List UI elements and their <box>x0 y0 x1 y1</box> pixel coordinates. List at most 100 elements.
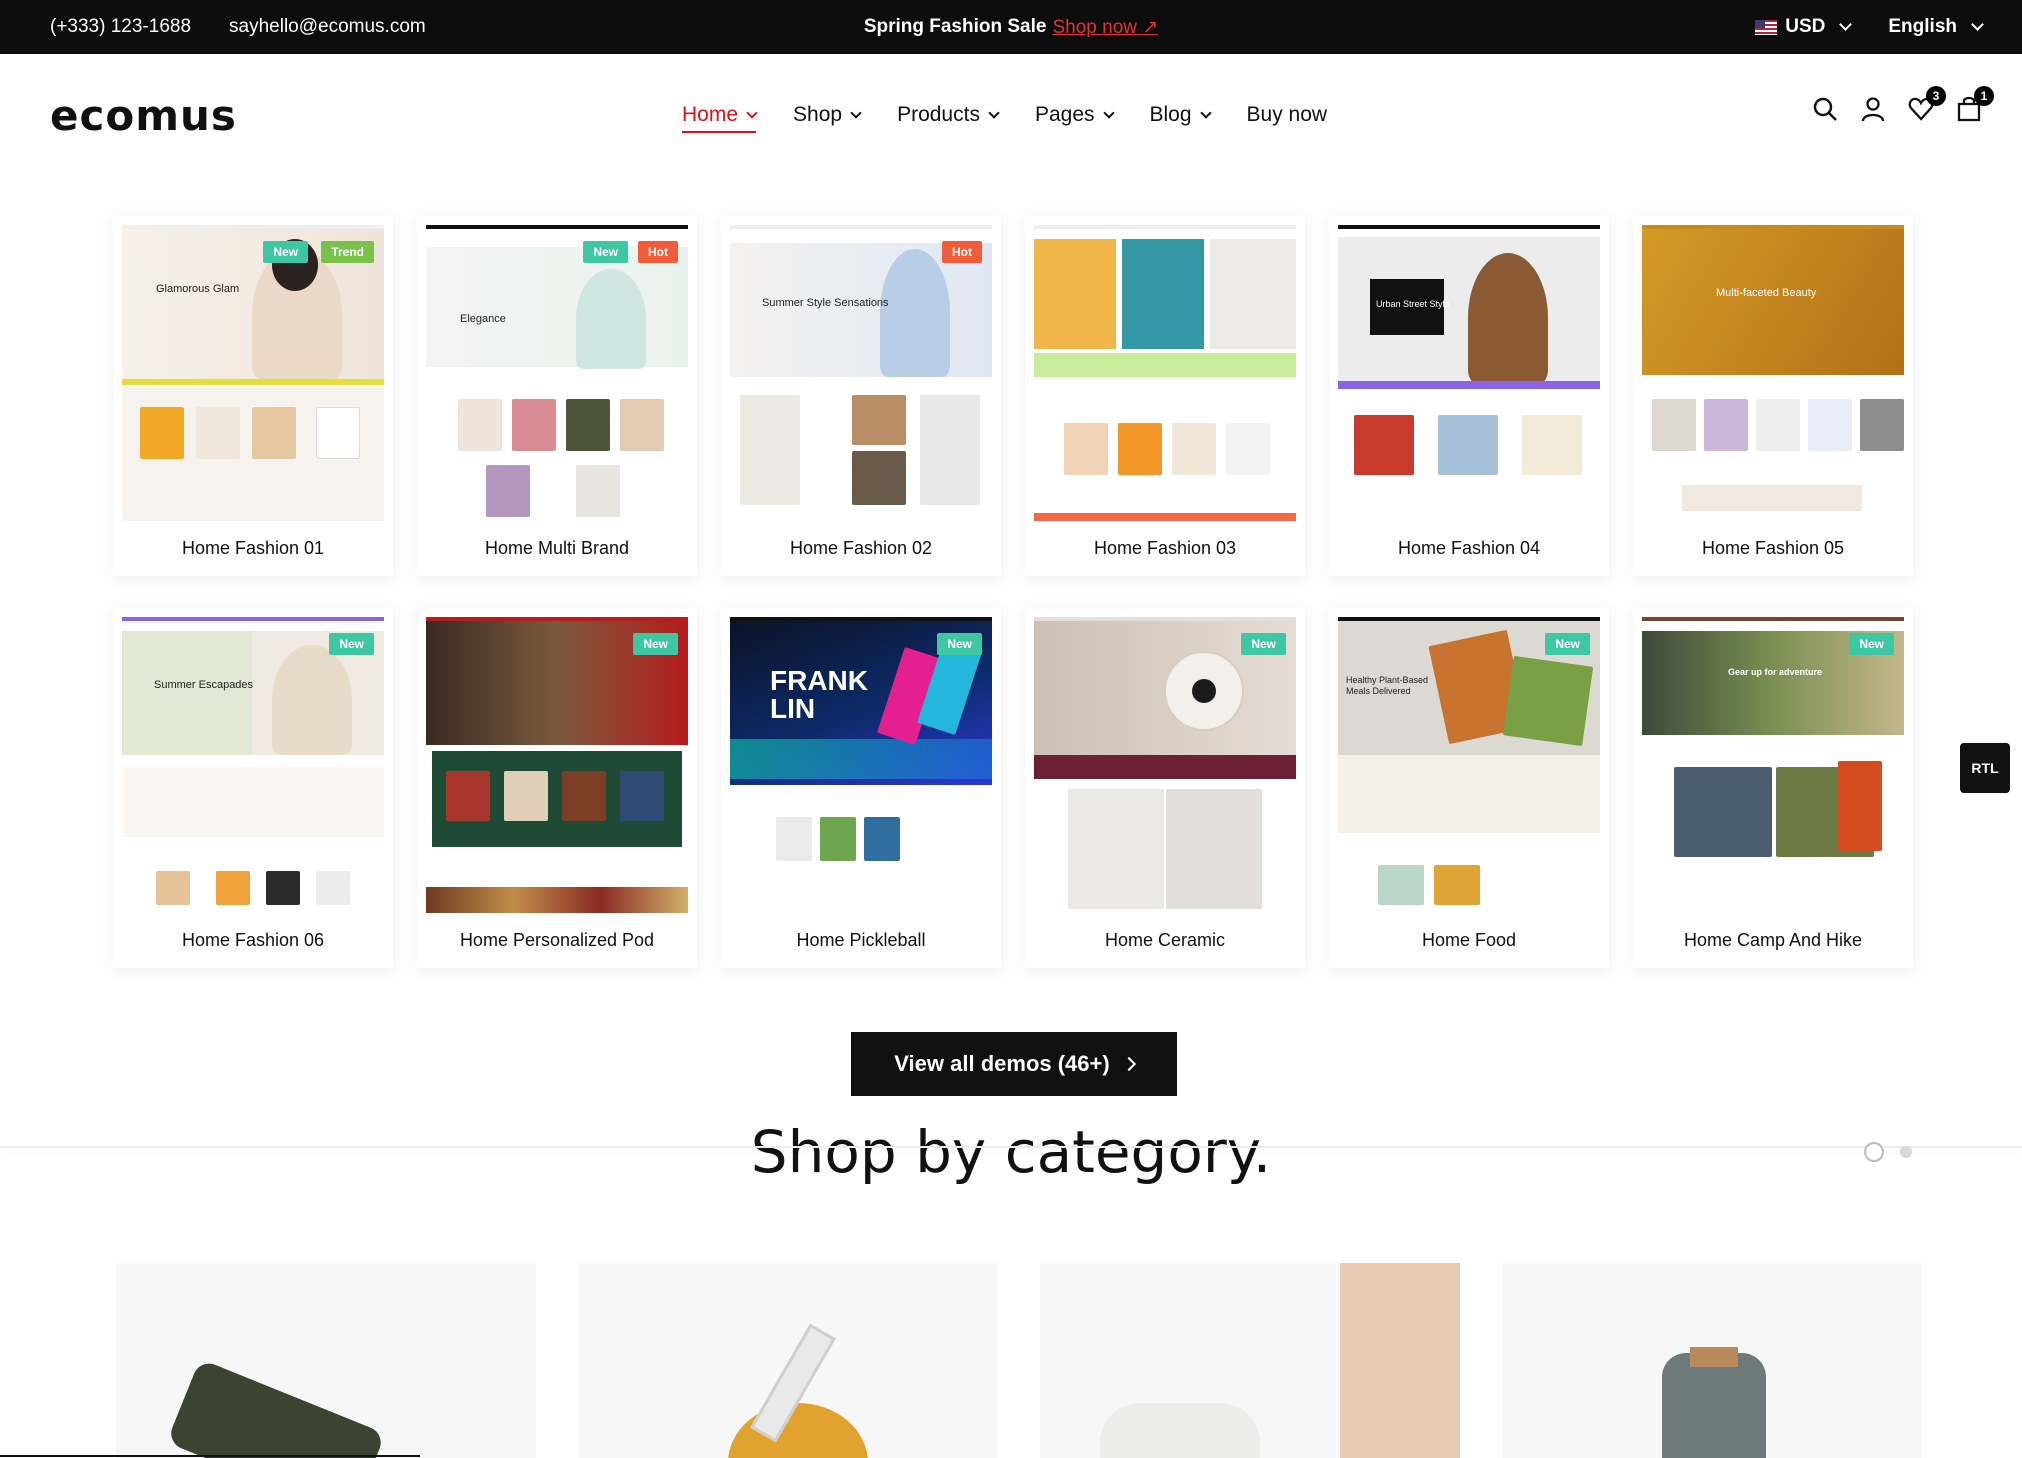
demo-card-home-pickleball[interactable]: FRANK LIN New Home Pickleball <box>721 608 1001 968</box>
demo-thumbnail <box>1034 225 1296 521</box>
shop-by-category-title: Shop by category. <box>750 1118 1272 1186</box>
demo-headline: Summer Style Sensations <box>762 297 889 309</box>
nav-blog-label: Blog <box>1149 103 1192 126</box>
new-badge: New <box>1545 633 1590 655</box>
category-card[interactable] <box>116 1263 536 1458</box>
demo-label: Home Fashion 03 <box>1093 538 1237 558</box>
demo-label: Home Fashion 06 <box>181 930 325 950</box>
language-select[interactable]: English <box>1888 16 1984 38</box>
category-slider-dots <box>1864 1142 1912 1162</box>
nav-shop-label: Shop <box>793 103 843 126</box>
demo-card-home-fashion-03[interactable]: Home Fashion 03 <box>1025 216 1305 576</box>
new-badge: New <box>329 633 374 655</box>
nav-home-label: Home <box>682 103 739 126</box>
wishlist-icon[interactable]: 3 <box>1908 86 1946 122</box>
demo-thumbnail: FRANK LIN New <box>730 617 992 913</box>
demo-card-home-fashion-06[interactable]: Summer Escapades New Home Fashion 06 <box>113 608 393 968</box>
demo-card-home-food[interactable]: Healthy Plant-Based Meals Delivered New … <box>1329 608 1609 968</box>
nav-pages-label: Pages <box>1034 103 1095 126</box>
demo-label: Home Personalized Pod <box>459 930 655 950</box>
new-badge: New <box>1849 633 1894 655</box>
demo-thumbnail: Urban Street Style <box>1338 225 1600 521</box>
demo-label: Home Fashion 05 <box>1701 538 1845 558</box>
demo-card-home-personalized-pod[interactable]: New Home Personalized Pod <box>417 608 697 968</box>
nav-products[interactable]: Products <box>897 97 1000 133</box>
demo-headline: Summer Escapades <box>154 679 254 691</box>
demo-label: Home Camp And Hike <box>1683 930 1863 950</box>
ecomus-logo[interactable]: ecomus <box>50 91 237 140</box>
demo-thumbnail: Summer Style Sensations Hot <box>730 225 992 521</box>
new-badge: New <box>1241 633 1286 655</box>
slider-dot[interactable] <box>1864 1142 1884 1162</box>
demo-card-home-fashion-01[interactable]: Glamorous Glam New Trend Home Fashion 01 <box>113 216 393 576</box>
us-flag-icon <box>1755 19 1778 35</box>
demo-label: Home Fashion 04 <box>1397 538 1541 558</box>
demo-label: Home Multi Brand <box>484 538 630 558</box>
demo-thumbnail: Multi-faceted Beauty <box>1642 225 1904 521</box>
demo-thumbnail: Gear up for adventure New <box>1642 617 1904 913</box>
demo-row: Glamorous Glam New Trend Home Fashion 01… <box>113 216 1913 576</box>
nav-pages[interactable]: Pages <box>1034 97 1115 133</box>
nav-buy-now[interactable]: Buy now <box>1247 97 1328 133</box>
hot-badge: Hot <box>942 241 982 263</box>
chevron-down-icon <box>1971 18 1984 31</box>
search-icon[interactable] <box>1812 96 1838 122</box>
demo-thumbnail: Summer Escapades New <box>122 617 384 913</box>
new-badge: New <box>263 241 308 263</box>
new-badge: New <box>937 633 982 655</box>
category-card[interactable] <box>1502 1263 1922 1458</box>
promo-text: Spring Fashion Sale <box>863 16 1047 37</box>
demo-label: Home Ceramic <box>1104 930 1226 950</box>
demo-card-home-ceramic[interactable]: New Home Ceramic <box>1025 608 1305 968</box>
nav-home[interactable]: Home <box>682 97 758 133</box>
mega-menu-bottom-edge <box>0 1146 2022 1148</box>
demo-card-home-fashion-04[interactable]: Urban Street Style Home Fashion 04 <box>1329 216 1609 576</box>
demo-headline: Urban Street Style <box>1376 299 1450 309</box>
demo-headline: Healthy Plant-Based Meals Delivered <box>1346 675 1429 696</box>
demo-row: Summer Escapades New Home Fashion 06 New <box>113 608 1913 968</box>
demo-headline: Glamorous Glam <box>156 283 240 295</box>
chevron-down-icon <box>1199 106 1212 119</box>
slider-dot[interactable] <box>1900 1146 1912 1158</box>
category-cards <box>116 1263 1922 1458</box>
wishlist-count-badge: 3 <box>1926 86 1946 106</box>
demo-thumbnail: Healthy Plant-Based Meals Delivered New <box>1338 617 1600 913</box>
demo-thumbnail: Elegance New Hot <box>426 225 688 521</box>
account-icon[interactable] <box>1860 96 1886 122</box>
locale-selectors: USD English <box>1755 0 1984 54</box>
nav-shop[interactable]: Shop <box>793 97 862 133</box>
demo-card-home-fashion-05[interactable]: Multi-faceted Beauty Home Fashion 05 <box>1633 216 1913 576</box>
new-badge: New <box>583 241 628 263</box>
chevron-right-icon <box>1121 1056 1136 1072</box>
view-all-label: View all demos (46+) <box>894 1051 1110 1076</box>
currency-label: USD <box>1785 16 1826 37</box>
rtl-toggle-button[interactable]: RTL <box>1960 743 2010 793</box>
chevron-down-icon <box>850 106 862 119</box>
language-label: English <box>1888 16 1957 37</box>
demo-headline: FRANK LIN <box>770 665 868 724</box>
demo-headline: Elegance <box>460 313 506 325</box>
currency-select[interactable]: USD <box>1755 16 1853 38</box>
announcement-bar: (+333) 123-1688 sayhello@ecomus.com Spri… <box>0 0 2022 54</box>
demo-card-home-camp-and-hike[interactable]: Gear up for adventure New Home Camp And … <box>1633 608 1913 968</box>
demo-card-home-fashion-02[interactable]: Summer Style Sensations Hot Home Fashion… <box>721 216 1001 576</box>
demo-label: Home Fashion 02 <box>789 538 933 558</box>
chevron-down-icon <box>988 106 1000 119</box>
nav-blog[interactable]: Blog <box>1149 97 1212 133</box>
demo-card-home-multi-brand[interactable]: Elegance New Hot Home Multi Brand <box>417 216 697 576</box>
chevron-down-icon <box>1839 18 1853 31</box>
demo-grid: Glamorous Glam New Trend Home Fashion 01… <box>113 216 1913 1000</box>
shop-now-link[interactable]: Shop now ↗ <box>1052 16 1158 39</box>
view-all-demos-button[interactable]: View all demos (46+) <box>851 1032 1177 1096</box>
trend-badge: Trend <box>321 241 374 263</box>
demo-label: Home Pickleball <box>796 930 926 950</box>
demo-headline: Gear up for adventure <box>1728 667 1823 677</box>
shop-now-label: Shop now <box>1052 16 1137 38</box>
nav-buy-now-label: Buy now <box>1246 103 1328 126</box>
main-nav: Home Shop Products Pages Blog Buy now <box>682 54 1327 176</box>
category-card[interactable] <box>578 1263 998 1458</box>
category-card[interactable] <box>1040 1263 1460 1458</box>
cart-icon[interactable]: 1 <box>1956 86 1994 122</box>
demo-label: Home Food <box>1421 930 1517 950</box>
site-header: ecomus Home Shop Products Pages Blog Buy… <box>0 54 2022 176</box>
